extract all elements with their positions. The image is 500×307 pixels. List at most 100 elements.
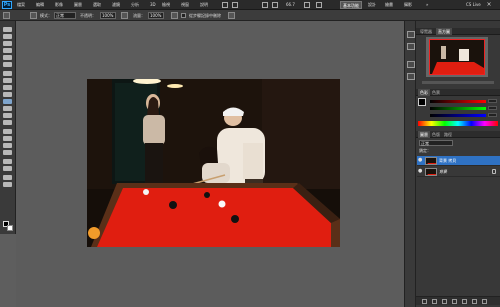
background-color-swatch[interactable]	[7, 225, 13, 231]
quick-select-tool-icon[interactable]	[3, 48, 12, 53]
3d-orbit-tool-icon[interactable]	[3, 166, 12, 171]
opacity-input[interactable]: 100%	[100, 12, 116, 19]
brush-preset-icon[interactable]	[3, 12, 10, 19]
lasso-tool-icon[interactable]	[3, 41, 12, 46]
tab-swatches[interactable]: 色票	[430, 89, 442, 96]
layer-row[interactable]: ● 背景	[417, 167, 500, 177]
3d-rotate-tool-icon[interactable]	[3, 159, 12, 164]
character-panel-icon[interactable]	[407, 61, 415, 68]
brush-panel-icon[interactable]	[30, 12, 37, 19]
menu-layer[interactable]: 圖層	[74, 2, 82, 8]
blur-tool-icon[interactable]	[3, 113, 12, 118]
layer-style-icon[interactable]	[432, 299, 437, 304]
close-icon[interactable]: ×	[485, 1, 493, 9]
zoom-level[interactable]: 66.7	[286, 2, 295, 8]
workspace-essentials[interactable]: 基本功能	[340, 1, 362, 9]
crop-tool-icon[interactable]	[3, 55, 12, 60]
color-panel-fg-swatch[interactable]	[418, 98, 426, 106]
menu-analysis[interactable]: 分析	[131, 2, 139, 8]
tab-navigator[interactable]: 導覽器	[418, 28, 434, 35]
green-value-field[interactable]	[488, 106, 497, 110]
bridge-icon[interactable]	[222, 2, 228, 8]
red-value-field[interactable]	[488, 99, 497, 103]
flow-input[interactable]: 100%	[148, 12, 164, 19]
move-tool-icon[interactable]	[3, 27, 12, 32]
mode-select[interactable]: 正常	[54, 12, 76, 19]
history-brush-tool-icon[interactable]	[3, 92, 12, 97]
pen-tool-icon[interactable]	[3, 129, 12, 134]
zoom-tool-icon[interactable]	[3, 182, 12, 187]
shape-tool-icon[interactable]	[3, 150, 12, 155]
new-layer-icon[interactable]	[472, 299, 477, 304]
actions-panel-icon[interactable]	[407, 43, 415, 50]
visibility-eye-icon[interactable]: ●	[418, 158, 423, 163]
workspace-painting[interactable]: 繪畫	[383, 1, 395, 9]
zoom-icon[interactable]	[272, 2, 278, 8]
layer-thumbnail-image	[426, 158, 436, 164]
pressure-size-icon[interactable]	[228, 12, 235, 19]
visibility-eye-icon[interactable]: ●	[418, 169, 423, 174]
red-slider[interactable]	[430, 100, 486, 103]
new-group-icon[interactable]	[462, 299, 467, 304]
layer-name[interactable]: 背景 拷貝	[439, 158, 456, 164]
menu-window[interactable]: 視窗	[181, 2, 189, 8]
navigator-tab-bar: 導覽器 直方圖	[416, 28, 500, 35]
tab-layers[interactable]: 圖層	[418, 131, 430, 138]
trash-icon[interactable]	[482, 299, 487, 304]
layer-name[interactable]: 背景	[439, 169, 447, 175]
lock-icon	[492, 169, 496, 174]
clone-stamp-tool-icon[interactable]	[3, 85, 12, 90]
menu-help[interactable]: 說明	[200, 2, 208, 8]
cs-live-button[interactable]: CS Live	[466, 1, 481, 9]
navigator-thumbnail[interactable]	[426, 37, 488, 77]
erase-history-checkbox[interactable]	[181, 13, 186, 18]
layer-mask-icon[interactable]	[442, 299, 447, 304]
eyedropper-tool-icon[interactable]	[3, 62, 12, 67]
gradient-tool-icon[interactable]	[3, 106, 12, 111]
brush-tool-icon[interactable]	[3, 78, 12, 83]
tab-channels[interactable]: 色版	[430, 131, 442, 138]
layers-tab-bar: 圖層 色版 路徑	[416, 131, 500, 138]
type-tool-icon[interactable]	[3, 136, 12, 141]
path-select-tool-icon[interactable]	[3, 143, 12, 148]
layer-thumbnail	[425, 168, 437, 176]
blue-value-field[interactable]	[488, 113, 497, 117]
marquee-tool-icon[interactable]	[3, 34, 12, 39]
layer-row[interactable]: ● 背景 拷貝	[417, 156, 500, 166]
link-layers-icon[interactable]	[422, 299, 427, 304]
menu-image[interactable]: 影像	[55, 2, 63, 8]
healing-brush-tool-icon[interactable]	[3, 71, 12, 76]
color-spectrum-bar[interactable]	[418, 121, 498, 126]
hand-tool-icon[interactable]	[3, 175, 12, 180]
menu-select[interactable]: 選取	[93, 2, 101, 8]
history-panel-icon[interactable]	[407, 31, 415, 38]
airbrush-icon[interactable]	[171, 12, 178, 19]
screen-mode-icon[interactable]	[316, 2, 322, 8]
menu-edit[interactable]: 編輯	[36, 2, 44, 8]
menu-file[interactable]: 檔案	[17, 2, 25, 8]
workspace-photography[interactable]: 攝影	[402, 1, 414, 9]
workspace-design[interactable]: 設計	[366, 1, 378, 9]
dodge-tool-icon[interactable]	[3, 120, 12, 125]
navigator-view-box[interactable]	[429, 39, 485, 75]
eraser-tool-icon[interactable]	[3, 99, 12, 104]
menu-view[interactable]: 檢視	[162, 2, 170, 8]
tab-color[interactable]: 色彩	[418, 89, 430, 96]
arrange-icon[interactable]	[304, 2, 310, 8]
menu-3d[interactable]: 3D	[150, 2, 156, 8]
more-workspaces-icon[interactable]: »	[424, 1, 430, 9]
blue-slider[interactable]	[430, 114, 486, 117]
menu-filter[interactable]: 濾鏡	[112, 2, 120, 8]
app-logo: Ps	[2, 1, 12, 9]
pressure-opacity-icon[interactable]	[121, 12, 128, 19]
tab-paths[interactable]: 路徑	[442, 131, 454, 138]
navigator-zoom-slider[interactable]	[422, 81, 494, 84]
paragraph-panel-icon[interactable]	[407, 73, 415, 80]
tab-histogram[interactable]: 直方圖	[436, 28, 452, 35]
document-photo[interactable]	[87, 79, 340, 247]
mini-bridge-icon[interactable]	[232, 2, 238, 8]
blend-mode-select[interactable]: 正常	[419, 140, 453, 146]
green-slider[interactable]	[430, 107, 486, 110]
hand-icon[interactable]	[262, 2, 268, 8]
adjustment-layer-icon[interactable]	[452, 299, 457, 304]
